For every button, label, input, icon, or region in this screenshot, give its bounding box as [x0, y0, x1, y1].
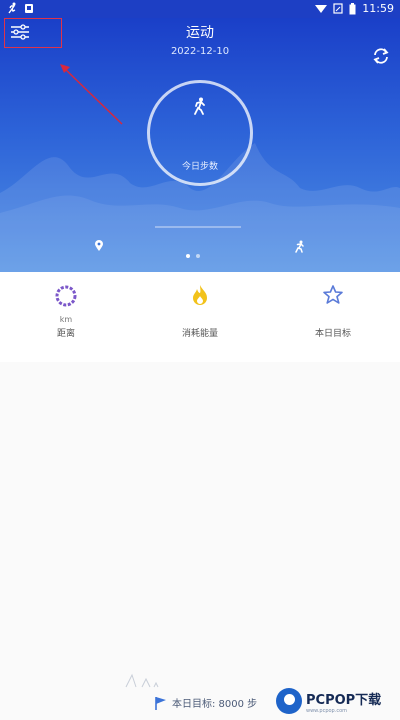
- location-pin-icon[interactable]: [94, 240, 104, 252]
- stat-goal-unit: [283, 315, 383, 324]
- hero-divider: [155, 226, 241, 228]
- sim-icon: [333, 3, 343, 14]
- page-indicator: [186, 254, 200, 258]
- watermark-sub: www.pcpop.com: [306, 707, 347, 714]
- run-status-icon: [8, 2, 16, 14]
- status-bar: 11:59: [0, 0, 400, 18]
- battery-icon: [349, 2, 356, 14]
- runner-icon: [194, 97, 205, 115]
- stat-energy-unit: [150, 315, 250, 324]
- daily-goal[interactable]: 本日目标: 8000 步: [154, 695, 257, 710]
- daily-goal-text: 本日目标: 8000 步: [172, 699, 258, 710]
- settings-sliders-icon: [11, 24, 29, 40]
- stat-goal-label: 本日目标: [314, 329, 351, 339]
- star-icon: [323, 285, 343, 304]
- stat-distance[interactable]: km 距离: [16, 284, 116, 339]
- flag-icon: [155, 696, 166, 710]
- settings-button[interactable]: [4, 18, 62, 48]
- step-ring-label: 今日步数: [181, 162, 218, 172]
- annotation-arrow: [60, 64, 123, 125]
- stat-distance-label: 距离: [56, 329, 75, 339]
- activity-hero: 运动 2022-12-10 今日步数: [0, 18, 400, 272]
- stat-energy[interactable]: 消耗能量: [150, 284, 250, 339]
- stats-row: km 距离 消耗能量 本日目标: [0, 272, 400, 362]
- watermark-logo: [276, 688, 302, 714]
- wifi-icon: [315, 5, 328, 13]
- mini-wave-graphic: [125, 673, 159, 688]
- stat-distance-unit: km: [59, 315, 73, 324]
- page-dot[interactable]: [196, 254, 200, 258]
- page-dot-active[interactable]: [186, 254, 190, 258]
- flame-icon: [193, 285, 207, 305]
- notification-icon: [25, 3, 33, 13]
- stat-goal[interactable]: 本日目标: [283, 284, 383, 339]
- content-area: 本日目标: 8000 步 PCPOP下载 www.pcpop.com: [0, 362, 400, 720]
- runner-small-icon[interactable]: [293, 240, 305, 253]
- watermark: PCPOP下载 www.pcpop.com: [276, 688, 381, 714]
- stat-energy-label: 消耗能量: [181, 329, 218, 339]
- watermark-brand: PCPOP下载: [306, 692, 382, 708]
- status-time: 11:59: [362, 2, 394, 15]
- step-ring[interactable]: 今日步数: [147, 80, 253, 186]
- distance-ring-icon: [55, 285, 77, 307]
- sync-icon[interactable]: [371, 46, 391, 66]
